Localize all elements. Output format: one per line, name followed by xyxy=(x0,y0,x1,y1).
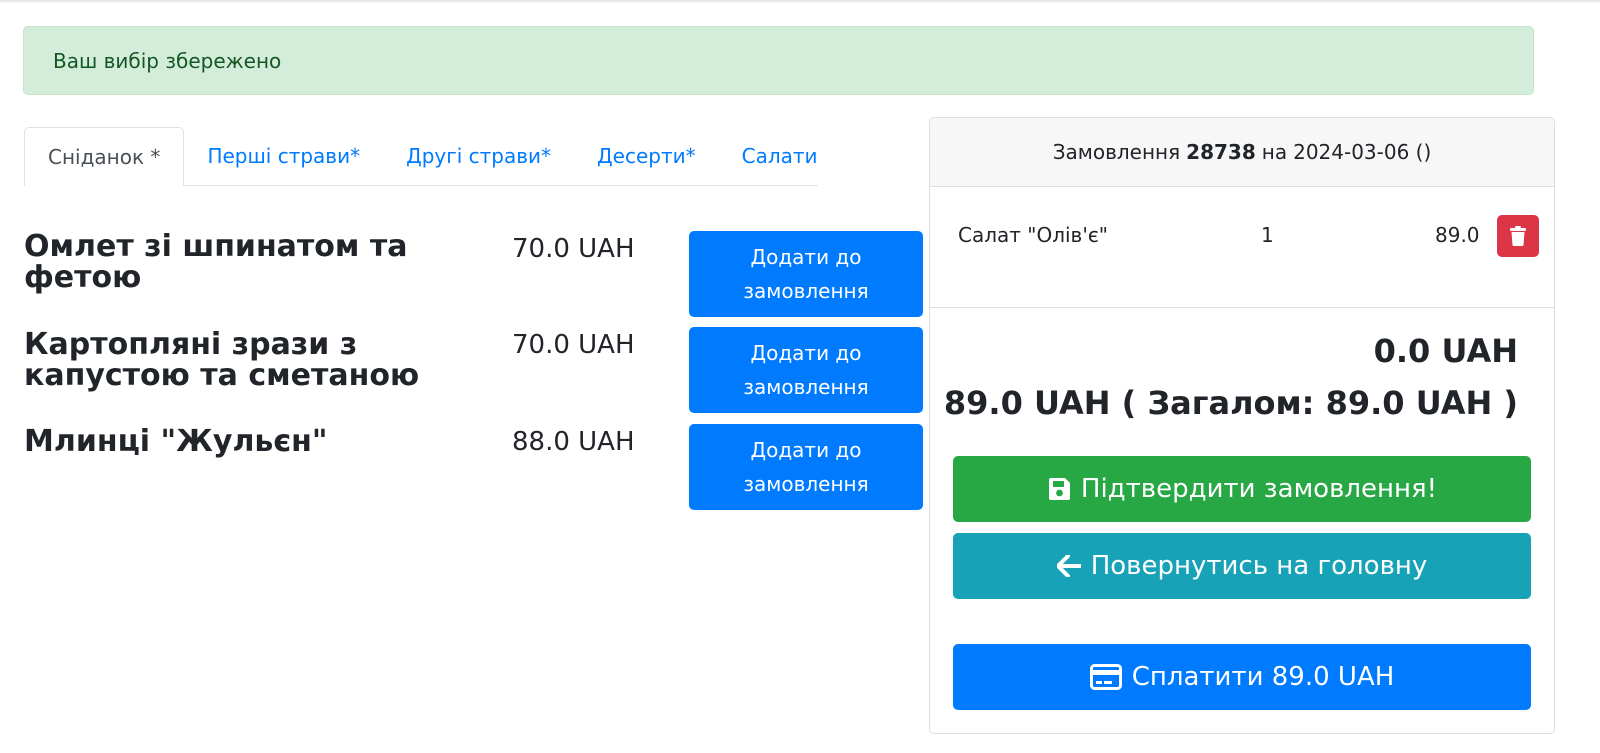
alert-text: Ваш вибір збережено xyxy=(53,48,282,73)
add-to-order-button[interactable]: Додати до замовлення xyxy=(689,424,923,510)
add-to-order-button[interactable]: Додати до замовлення xyxy=(689,231,923,317)
order-header-prefix: Замовлення xyxy=(1052,140,1181,164)
tab-first-courses[interactable]: Перші страви* xyxy=(184,127,383,185)
order-header: Замовлення 28738 на 2024-03-06 () xyxy=(930,118,1554,187)
order-card: Замовлення 28738 на 2024-03-06 () Салат … xyxy=(929,117,1555,734)
paid-total: 0.0 UAH xyxy=(1373,332,1518,370)
credit-card-icon xyxy=(1089,664,1122,690)
top-shadow xyxy=(0,0,1600,4)
dish-price: 70.0 UAH xyxy=(512,330,635,360)
back-home-label: Повернутись на головну xyxy=(1090,551,1428,581)
dish-name: Картопляні зрази з капустою та сметаною xyxy=(24,327,420,393)
order-number: 28738 xyxy=(1186,140,1256,164)
dish-price: 70.0 UAH xyxy=(512,234,635,264)
category-tabs: Сніданок * Перші страви* Другі страви* Д… xyxy=(24,127,818,186)
success-alert: Ваш вибір збережено xyxy=(23,26,1534,95)
dish-name: Млинці "Жульєн" xyxy=(24,424,328,459)
order-date: 2024-03-06 () xyxy=(1293,140,1432,164)
tab-desserts[interactable]: Десерти* xyxy=(574,127,719,185)
order-header-mid: на xyxy=(1261,140,1288,164)
confirm-order-label: Підтвердити замовлення! xyxy=(1080,474,1438,504)
order-line-name: Салат "Олів'є" xyxy=(958,223,1109,247)
delete-line-button[interactable] xyxy=(1497,215,1539,257)
save-icon xyxy=(1047,477,1071,501)
trash-icon xyxy=(1509,226,1527,246)
pay-button[interactable]: Сплатити 89.0 UAH xyxy=(953,644,1531,710)
order-line: Салат "Олів'є" 1 89.0 xyxy=(930,187,1554,308)
order-line-qty: 1 xyxy=(1261,223,1274,247)
dish-name: Омлет зі шпинатом та фетою xyxy=(24,229,408,295)
add-to-order-button[interactable]: Додати до замовлення xyxy=(689,327,923,413)
arrow-left-icon xyxy=(1056,555,1081,577)
pay-label: Сплатити 89.0 UAH xyxy=(1131,662,1395,692)
tab-breakfast[interactable]: Сніданок * xyxy=(24,127,185,186)
tab-salads[interactable]: Салати xyxy=(719,127,841,185)
order-total: 89.0 UAH ( Загалом: 89.0 UAH ) xyxy=(943,384,1518,422)
back-home-button[interactable]: Повернутись на головну xyxy=(953,533,1531,599)
confirm-order-button[interactable]: Підтвердити замовлення! xyxy=(953,456,1531,522)
order-line-sum: 89.0 xyxy=(1435,223,1480,247)
dish-price: 88.0 UAH xyxy=(512,427,635,457)
tab-second-courses[interactable]: Другі страви* xyxy=(383,127,574,185)
